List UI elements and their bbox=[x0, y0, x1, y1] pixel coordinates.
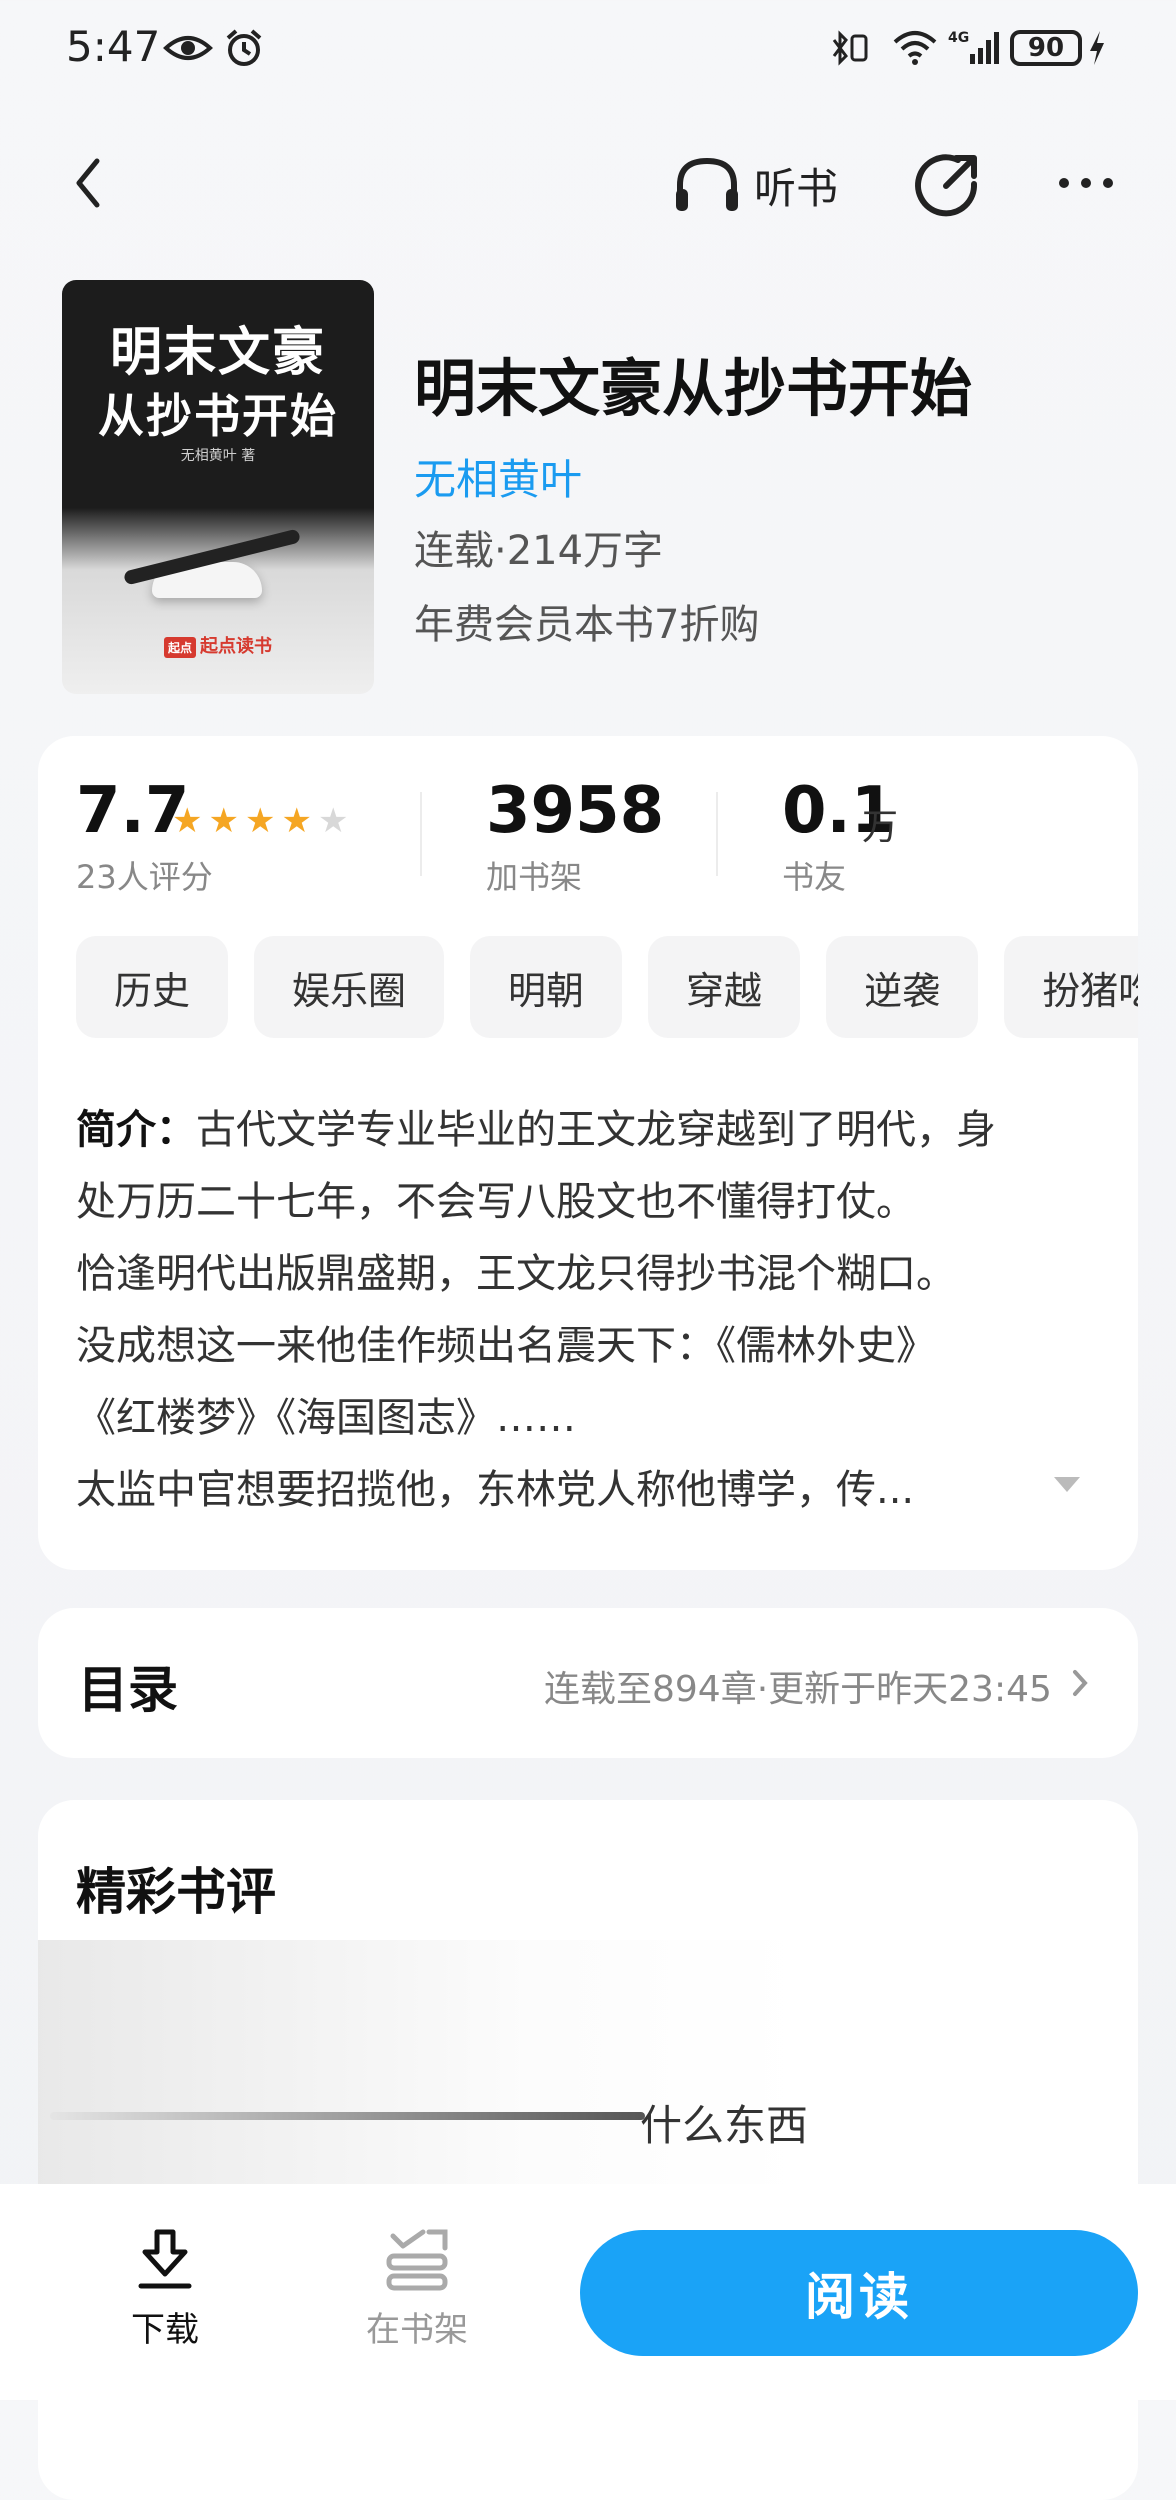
cellular-signal-icon: 4G bbox=[948, 28, 1000, 68]
star-filled-icon: ★ bbox=[208, 801, 239, 841]
tag-list: 历史 娱乐圈 明朝 穿越 逆袭 扮猪吃虎 bbox=[76, 936, 1138, 1038]
shelf-count-label: 加书架 bbox=[486, 858, 583, 896]
tag-chip[interactable]: 明朝 bbox=[470, 936, 623, 1038]
battery-indicator: 90 bbox=[1010, 30, 1082, 66]
review-preview-line bbox=[50, 2112, 645, 2120]
vip-offer[interactable]: 年费会员本书7折购 bbox=[414, 592, 759, 650]
rating-stars: ★ ★ ★ ★ ★ bbox=[172, 804, 348, 838]
tag-chip[interactable]: 扮猪吃虎 bbox=[1004, 936, 1138, 1038]
author-link[interactable]: 无相黄叶 bbox=[414, 446, 582, 507]
tag-chip[interactable]: 逆袭 bbox=[826, 936, 979, 1038]
share-button[interactable] bbox=[912, 150, 982, 220]
review-preview-text[interactable]: 什么东西 bbox=[640, 2092, 808, 2153]
intro-label: 简介： bbox=[76, 1107, 196, 1153]
wifi-icon bbox=[890, 28, 940, 68]
on-shelf-label: 在书架 bbox=[366, 2310, 468, 2350]
star-filled-icon: ★ bbox=[281, 801, 312, 841]
eye-icon bbox=[160, 28, 216, 68]
book-cover[interactable]: 明末文豪 从抄书开始 无相黄叶 著 起点 起点读书 bbox=[62, 280, 374, 694]
download-button[interactable]: 下载 bbox=[110, 2228, 220, 2358]
listen-button[interactable]: 听书 bbox=[672, 150, 838, 220]
status-bar: 5:47 4G 90 bbox=[0, 0, 1176, 100]
book-status: 连载·214万字 bbox=[414, 528, 664, 574]
expand-intro-icon[interactable] bbox=[1052, 1474, 1082, 1494]
cover-brand-text: 起点读书 bbox=[200, 636, 272, 657]
cover-title-line1: 明末文豪 bbox=[109, 323, 326, 383]
toc-update-info: 连载至894章·更新于昨天23:45 bbox=[544, 1669, 1052, 1710]
headphones-icon bbox=[676, 157, 738, 211]
chevron-left-icon bbox=[76, 158, 100, 208]
cover-brand: 起点 起点读书 bbox=[62, 632, 374, 658]
cover-title-line2: 从抄书开始 bbox=[98, 389, 338, 443]
tag-chip[interactable]: 历史 bbox=[76, 936, 229, 1038]
friends-count-unit: 万 bbox=[862, 807, 899, 848]
friends-label: 书友 bbox=[782, 858, 847, 896]
shelf-count: 3958 bbox=[486, 774, 665, 848]
download-label: 下载 bbox=[131, 2310, 199, 2350]
status-time: 5:47 bbox=[66, 22, 161, 71]
star-filled-icon: ★ bbox=[244, 801, 276, 841]
cover-author: 无相黄叶 著 bbox=[180, 448, 256, 464]
on-shelf-button[interactable]: 在书架 bbox=[354, 2228, 480, 2358]
rating-count: 23人评分 bbox=[76, 858, 213, 896]
cover-brand-badge: 起点 bbox=[163, 636, 196, 658]
tag-chip[interactable]: 娱乐圈 bbox=[254, 936, 445, 1038]
chevron-right-icon bbox=[1070, 1668, 1090, 1698]
book-title: 明末文豪从抄书开始 bbox=[414, 352, 973, 425]
stat-divider bbox=[716, 792, 718, 876]
intro-line: 处万历二十七年，不会写八股文也不懂得打仗。 bbox=[76, 1179, 916, 1225]
intro-line: 太监中官想要招揽他，东林党人称他博学，传... bbox=[76, 1467, 915, 1513]
more-dot-icon bbox=[1059, 178, 1069, 188]
share-icon bbox=[915, 154, 978, 217]
listen-label: 听书 bbox=[754, 163, 839, 213]
more-dot-icon bbox=[1103, 178, 1113, 188]
intro-line: 没成想这一来他佳作频出名震天下：《儒林外史》 bbox=[76, 1323, 936, 1369]
bookshelf-check-icon bbox=[386, 2229, 448, 2291]
star-filled-icon: ★ bbox=[172, 801, 203, 841]
bluetooth-vibrate-icon bbox=[830, 28, 874, 68]
read-button[interactable]: 阅读 bbox=[580, 2230, 1138, 2356]
reviews-title: 精彩书评 bbox=[76, 1863, 276, 1921]
alarm-icon bbox=[222, 28, 266, 68]
back-button[interactable] bbox=[58, 148, 118, 218]
book-intro[interactable]: 简介：古代文学专业毕业的王文龙穿越到了明代，身 处万历二十七年，不会写八股文也不… bbox=[76, 1094, 1106, 1526]
intro-line: 《红楼梦》《海国图志》…… bbox=[76, 1395, 576, 1441]
charging-icon bbox=[1086, 28, 1108, 68]
more-dot-icon bbox=[1081, 178, 1091, 188]
network-type-label: 4G bbox=[948, 30, 969, 46]
intro-line: 简介：古代文学专业毕业的王文龙穿越到了明代，身 bbox=[76, 1107, 996, 1153]
toc-title: 目录 bbox=[78, 1661, 178, 1719]
star-empty-icon: ★ bbox=[317, 801, 349, 841]
tag-chip[interactable]: 穿越 bbox=[648, 936, 801, 1038]
more-options-button[interactable] bbox=[1046, 158, 1126, 208]
intro-line: 恰逢明代出版鼎盛期，王文龙只得抄书混个糊口。 bbox=[76, 1251, 956, 1297]
stat-divider bbox=[420, 792, 422, 876]
download-icon bbox=[138, 2229, 192, 2289]
review-preview-blur bbox=[38, 1940, 1138, 2190]
